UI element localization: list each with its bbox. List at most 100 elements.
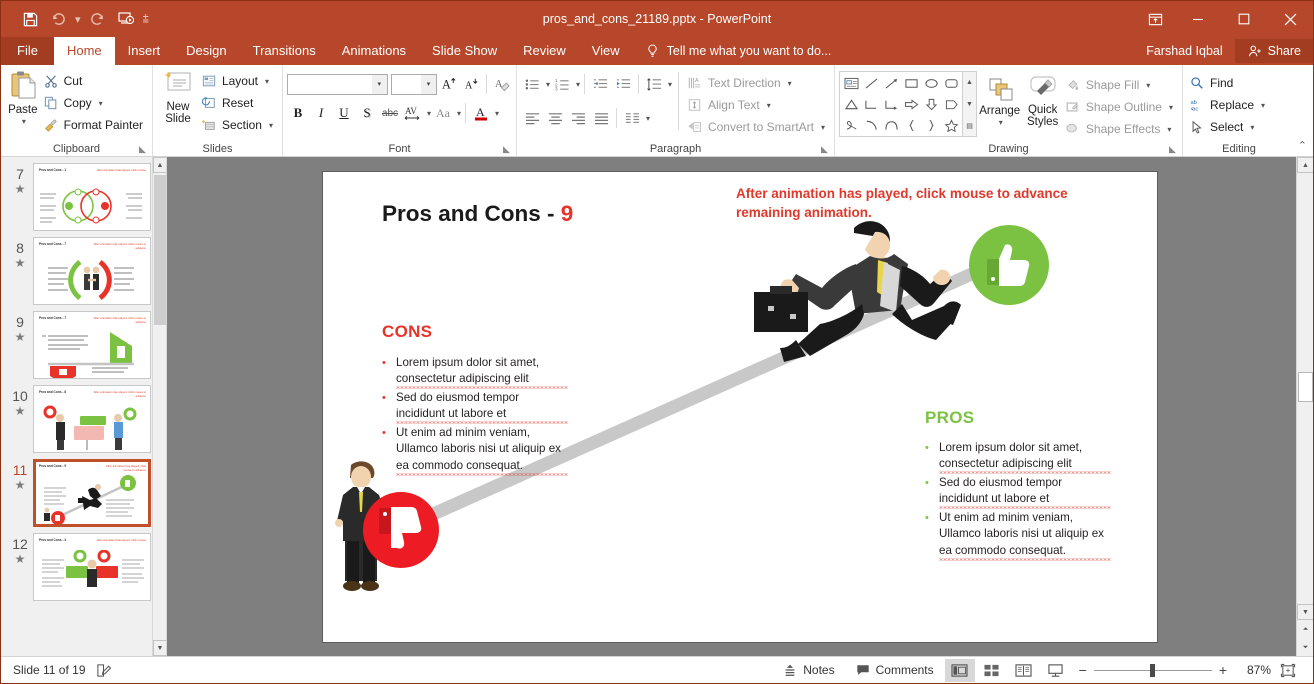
character-spacing-caret[interactable]: ▾ [427,109,431,118]
grow-font-button[interactable]: A [440,73,459,95]
tab-slide-show[interactable]: Slide Show [419,37,510,65]
thumbnail-scroll-down-icon[interactable]: ▼ [153,640,166,656]
font-name-combo[interactable]: ▾ [287,73,388,95]
shape-fill-caret[interactable]: ▾ [1146,81,1150,90]
font-name-caret[interactable]: ▾ [371,74,387,94]
arrange-caret[interactable]: ▾ [999,117,1003,129]
shapes-scroll-down-icon[interactable]: ▼ [963,94,976,115]
list-item[interactable]: • Sed do eiusmod tempor incididunt ut lab… [382,389,568,424]
tab-home[interactable]: Home [53,37,115,65]
line-spacing-caret[interactable]: ▾ [668,80,672,89]
numbering-caret[interactable]: ▾ [576,80,580,89]
customize-qat-icon[interactable]: ⩲ [141,13,151,26]
pros-heading[interactable]: PROS [925,408,974,428]
elbow-connector-shape-icon[interactable] [861,94,881,115]
replace-caret[interactable]: ▾ [1261,101,1265,110]
shape-outline-button[interactable]: Shape Outline ▾ [1063,96,1178,118]
bold-button[interactable]: B [287,102,309,124]
pentagon-shape-icon[interactable] [941,94,961,115]
tab-animations[interactable]: Animations [329,37,419,65]
comments-button[interactable]: Comments [846,659,943,682]
align-center-button[interactable] [544,108,566,129]
line-shape-icon[interactable] [861,73,881,94]
shape-effects-button[interactable]: Shape Effects ▾ [1063,118,1178,140]
clipboard-dialog-launcher[interactable]: ◣ [139,144,149,154]
justify-button[interactable] [590,108,612,129]
collapse-ribbon-icon[interactable]: ⌃ [1298,139,1307,152]
normal-view-button[interactable] [944,658,975,682]
layout-caret[interactable]: ▾ [265,77,269,86]
minimize-button[interactable] [1175,1,1221,37]
thumbnail-slide-8[interactable]: 8 ★ Pros and Cons - 7 After animation ha… [1,231,166,305]
shapes-gallery[interactable]: ▲ ▼ ▤ [839,71,977,137]
thumbnail-image-selected[interactable]: Pros and Cons - 9 After animation has pl… [33,459,151,527]
notes-button[interactable]: Notes [773,659,843,682]
scribble-shape-icon[interactable] [841,115,861,136]
zoom-level[interactable]: 87% [1235,663,1271,677]
triangle-shape-icon[interactable] [841,94,861,115]
shapes-gallery-scroll[interactable]: ▲ ▼ ▤ [962,72,976,136]
shape-outline-caret[interactable]: ▾ [1169,103,1173,112]
find-button[interactable]: Find [1187,72,1270,94]
undo-dropdown-caret[interactable]: ▾ [73,13,83,26]
change-case-caret[interactable]: ▾ [457,109,461,118]
canvas-scroll-thumb[interactable] [1298,372,1313,402]
share-button[interactable]: Share [1234,39,1313,63]
select-button[interactable]: Select ▾ [1187,116,1270,138]
undo-icon[interactable] [45,6,71,32]
pros-bullet-list[interactable]: • Lorem ipsum dolor sit amet, consectetur… [925,439,1111,562]
slide-sorter-view-button[interactable] [977,659,1007,682]
shrink-font-button[interactable]: A [462,73,481,95]
tab-review[interactable]: Review [510,37,579,65]
user-name[interactable]: Farshad Iqbal [1146,44,1234,58]
paste-caret[interactable]: ▾ [22,116,26,128]
thumbnail-image[interactable]: Pros and Cons - 7 After animation has pl… [33,311,151,379]
close-button[interactable] [1267,1,1313,37]
tab-file[interactable]: File [1,37,54,65]
thumbnail-image[interactable]: Pros and Cons - 7 After animation has pl… [33,237,151,305]
character-spacing-button[interactable]: AV [402,102,424,124]
align-left-button[interactable] [521,108,543,129]
slide-title[interactable]: Pros and Cons - 9 [382,201,573,227]
maximize-button[interactable] [1221,1,1267,37]
text-direction-caret[interactable]: ▾ [788,79,792,88]
canvas-scroll-up-icon[interactable]: ▲ [1297,157,1313,173]
zoom-track[interactable] [1093,663,1212,677]
decrease-indent-button[interactable] [589,74,611,95]
tab-design[interactable]: Design [173,37,239,65]
slide-editing-surface[interactable]: Pros and Cons - 9 After animation has pl… [323,171,1157,642]
list-item[interactable]: • Sed do eiusmod tempor incididunt ut lab… [925,474,1111,509]
line-spacing-button[interactable] [643,74,665,95]
redo-icon[interactable] [85,6,111,32]
reading-view-button[interactable] [1009,659,1039,682]
running-businessman-illustration[interactable] [744,202,974,397]
shape-effects-caret[interactable]: ▾ [1167,125,1171,134]
font-size-caret[interactable]: ▾ [420,74,436,94]
previous-slide-icon[interactable]: ⏶ [1297,622,1313,638]
new-slide-button[interactable]: New Slide [157,68,199,140]
convert-smartart-caret[interactable]: ▾ [821,123,825,132]
copy-caret[interactable]: ▾ [99,99,103,108]
change-case-button[interactable]: Aa [432,102,454,124]
slide-counter[interactable]: Slide 11 of 19 [13,663,86,677]
drawing-dialog-launcher[interactable]: ◣ [1169,144,1179,154]
thumbnail-scroll-thumb[interactable] [154,175,166,325]
tell-me-search[interactable]: Tell me what you want to do... [633,37,831,65]
thumbnail-image[interactable]: Pros and Cons - 1 After animation has pl… [33,163,151,231]
cons-heading[interactable]: CONS [382,322,432,342]
tab-insert[interactable]: Insert [115,37,174,65]
list-item[interactable]: • Lorem ipsum dolor sit amet, consectetur… [925,439,1111,474]
next-slide-icon[interactable]: ⏷ [1297,640,1313,656]
clear-formatting-button[interactable]: A [493,73,512,95]
italic-button[interactable]: I [310,102,332,124]
down-arrow-shape-icon[interactable] [921,94,941,115]
replace-button[interactable]: ab ac Replace ▾ [1187,94,1270,116]
zoom-handle[interactable] [1149,663,1155,677]
canvas-scrollbar[interactable]: ▲ ▼ ⏶ ⏷ [1296,157,1313,656]
rectangle-shape-icon[interactable] [901,73,921,94]
thumbnail-image[interactable]: Pros and Cons - 4 After animation has pl… [33,533,151,601]
bullets-button[interactable] [521,74,543,95]
cons-bullet-list[interactable]: • Lorem ipsum dolor sit amet, consectetur… [382,354,568,477]
text-shadow-button[interactable]: S [356,102,378,124]
thumbnail-slide-10[interactable]: 10 ★ Pros and Cons - 8 After animation h… [1,379,166,453]
